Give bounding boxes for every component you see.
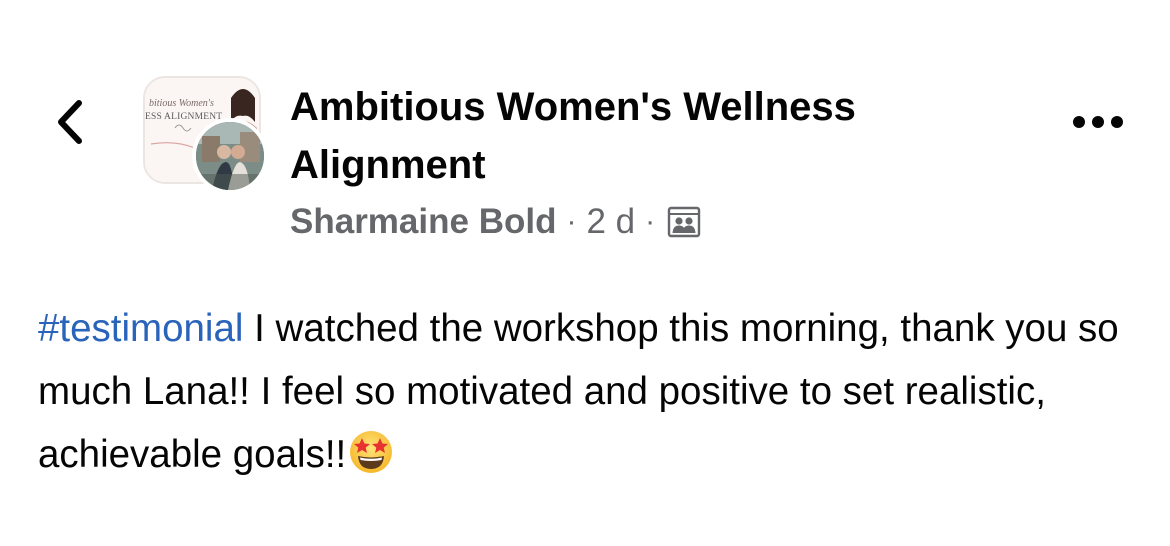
group-logo-text-line-1: bitious Women's [149,98,214,109]
meta-separator-1: · [566,205,577,238]
more-horizontal-icon [1073,116,1123,128]
chevron-left-icon [58,100,82,144]
post-text: #testimonial I watched the workshop this… [38,297,1148,486]
star-struck-emoji-icon [350,431,393,473]
back-button[interactable] [44,92,96,152]
group-audience-icon [667,206,701,238]
group-name[interactable]: Ambitious Women's Wellness Alignment [290,78,1010,194]
post-meta: Sharmaine Bold · 2 d · [290,200,701,244]
author-avatar[interactable] [192,118,268,194]
group-logo-text-line-2: ESS ALIGNMENT [145,112,223,122]
meta-separator-2: · [645,205,656,238]
author-photo-image [196,122,264,190]
more-options-button[interactable] [1068,100,1128,144]
hashtag-link[interactable]: #testimonial [38,307,243,350]
author-name[interactable]: Sharmaine Bold [290,202,556,242]
post-timestamp[interactable]: 2 d [586,202,635,242]
